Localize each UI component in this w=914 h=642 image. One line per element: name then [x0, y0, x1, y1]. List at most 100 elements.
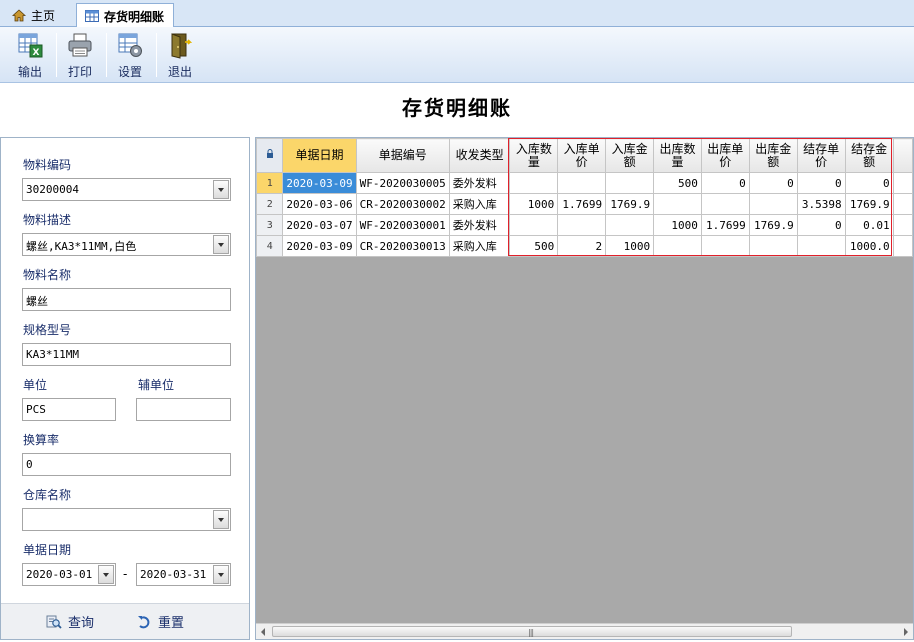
- spec-model-field[interactable]: KA3*11MM: [22, 343, 231, 366]
- cell-filler: [892, 172, 913, 194]
- export-label: 输出: [17, 65, 42, 79]
- cell-in-amount[interactable]: 1000: [605, 235, 655, 257]
- cell-out-price[interactable]: [700, 193, 750, 215]
- col-bal-price[interactable]: 结存单价: [796, 138, 846, 173]
- cell-in-qty[interactable]: [509, 172, 559, 194]
- cell-in-qty[interactable]: [509, 214, 559, 236]
- table-row[interactable]: 1 2020-03-09 WF-2020030005 委外发料 500 0 0 …: [256, 172, 913, 194]
- cell-in-price[interactable]: [557, 172, 607, 194]
- cell-out-amount[interactable]: 0: [748, 172, 798, 194]
- col-doc-number[interactable]: 单据编号: [355, 138, 450, 173]
- spec-model-label: 规格型号: [23, 323, 72, 337]
- row-number[interactable]: 2: [256, 193, 284, 215]
- chevron-down-icon[interactable]: [213, 180, 229, 199]
- cell-doc-date[interactable]: 2020-03-07: [282, 214, 357, 236]
- chevron-down-icon[interactable]: [98, 565, 114, 584]
- cell-in-price[interactable]: 1.7699: [557, 193, 607, 215]
- doc-date-label: 单据日期: [23, 543, 72, 557]
- table-row[interactable]: 2 2020-03-06 CR-2020030002 采购入库 1000 1.7…: [256, 193, 913, 215]
- cell-bal-price[interactable]: 0: [796, 172, 846, 194]
- cell-bal-amount[interactable]: 0.01: [844, 214, 894, 236]
- table-row[interactable]: 3 2020-03-07 WF-2020030001 委外发料 1000 1.7…: [256, 214, 913, 236]
- cell-doc-date[interactable]: 2020-03-09: [282, 172, 357, 194]
- cell-bal-price[interactable]: 0: [796, 214, 846, 236]
- col-out-price[interactable]: 出库单价: [700, 138, 750, 173]
- cell-out-price[interactable]: 0: [700, 172, 750, 194]
- cell-out-amount[interactable]: 1769.9: [748, 214, 798, 236]
- tab-inventory-ledger[interactable]: 存货明细账: [76, 3, 174, 28]
- cell-in-qty[interactable]: 1000: [509, 193, 559, 215]
- cell-bal-amount[interactable]: 0: [844, 172, 894, 194]
- cell-out-qty[interactable]: [653, 193, 702, 215]
- cell-txn-type[interactable]: 采购入库: [448, 235, 511, 257]
- cell-out-price[interactable]: [700, 235, 750, 257]
- cell-out-qty[interactable]: [653, 235, 702, 257]
- cell-bal-amount[interactable]: 1769.9: [844, 193, 894, 215]
- date-to-picker[interactable]: 2020-03-31: [136, 563, 231, 586]
- cell-out-qty[interactable]: 500: [653, 172, 702, 194]
- reset-button[interactable]: 重置: [136, 612, 184, 631]
- cell-out-price[interactable]: 1.7699: [700, 214, 750, 236]
- chevron-down-icon[interactable]: [213, 565, 229, 584]
- row-lock-header[interactable]: [256, 138, 284, 173]
- col-out-qty[interactable]: 出库数量: [653, 138, 702, 173]
- tab-inventory-ledger-label: 存货明细账: [104, 9, 165, 24]
- row-number[interactable]: 3: [256, 214, 284, 236]
- chevron-down-icon[interactable]: [213, 510, 229, 529]
- col-in-amount[interactable]: 入库金额: [605, 138, 655, 173]
- warehouse-name-select[interactable]: [22, 508, 231, 531]
- cell-txn-type[interactable]: 采购入库: [448, 193, 511, 215]
- cell-txn-type[interactable]: 委外发料: [448, 214, 511, 236]
- cell-doc-date[interactable]: 2020-03-09: [282, 235, 357, 257]
- cell-out-qty[interactable]: 1000: [653, 214, 702, 236]
- cell-doc-number[interactable]: WF-2020030001: [355, 214, 450, 236]
- cell-doc-number[interactable]: WF-2020030005: [355, 172, 450, 194]
- row-number[interactable]: 4: [256, 235, 284, 257]
- scroll-left-icon[interactable]: [261, 628, 265, 636]
- col-in-price[interactable]: 入库单价: [557, 138, 607, 173]
- cell-in-qty[interactable]: 500: [509, 235, 559, 257]
- cell-in-amount[interactable]: [605, 172, 655, 194]
- col-txn-type[interactable]: 收发类型: [448, 138, 511, 173]
- row-number[interactable]: 1: [256, 172, 284, 194]
- material-desc-select[interactable]: 螺丝,KA3*11MM,白色: [22, 233, 231, 256]
- cell-doc-number[interactable]: CR-2020030002: [355, 193, 450, 215]
- horizontal-scrollbar[interactable]: |||: [256, 623, 913, 639]
- cell-doc-date[interactable]: 2020-03-06: [282, 193, 357, 215]
- unit-field[interactable]: PCS: [22, 398, 116, 421]
- material-code-select[interactable]: 30200004: [22, 178, 231, 201]
- scroll-thumb[interactable]: |||: [272, 626, 792, 637]
- cell-bal-price[interactable]: 3.5398: [796, 193, 846, 215]
- conversion-rate-label: 换算率: [23, 433, 60, 447]
- material-name-field[interactable]: 螺丝: [22, 288, 231, 311]
- exit-button[interactable]: 退出: [158, 30, 202, 80]
- settings-button[interactable]: 设置: [108, 30, 152, 80]
- col-doc-date[interactable]: 单据日期: [282, 138, 357, 173]
- cell-out-amount[interactable]: [748, 235, 798, 257]
- cell-in-amount[interactable]: 1769.9: [605, 193, 655, 215]
- cell-out-amount[interactable]: [748, 193, 798, 215]
- ledger-grid: 单据日期 单据编号 收发类型 入库数量 入库单价 入库金额 出库数量 出库单价 …: [255, 137, 914, 640]
- tab-home[interactable]: 主页: [4, 4, 68, 27]
- query-button[interactable]: 查询: [46, 612, 94, 631]
- cell-doc-number[interactable]: CR-2020030013: [355, 235, 450, 257]
- chevron-down-icon[interactable]: [213, 235, 229, 254]
- date-from-picker[interactable]: 2020-03-01: [22, 563, 116, 586]
- print-button[interactable]: 打印: [58, 30, 102, 80]
- cell-in-price[interactable]: 2: [557, 235, 607, 257]
- export-button[interactable]: X 输出: [8, 30, 52, 80]
- conversion-rate-field[interactable]: 0: [22, 453, 231, 476]
- ledger-table: 单据日期 单据编号 收发类型 入库数量 入库单价 入库金额 出库数量 出库单价 …: [256, 138, 913, 257]
- cell-bal-price[interactable]: [796, 235, 846, 257]
- col-out-amount[interactable]: 出库金额: [748, 138, 798, 173]
- cell-in-price[interactable]: [557, 214, 607, 236]
- material-name-value: 螺丝: [26, 295, 48, 308]
- scroll-right-icon[interactable]: [904, 628, 908, 636]
- col-bal-amount[interactable]: 结存金额: [844, 138, 894, 173]
- cell-txn-type[interactable]: 委外发料: [448, 172, 511, 194]
- cell-in-amount[interactable]: [605, 214, 655, 236]
- table-row[interactable]: 4 2020-03-09 CR-2020030013 采购入库 500 2 10…: [256, 235, 913, 257]
- col-in-qty[interactable]: 入库数量: [509, 138, 559, 173]
- cell-bal-amount[interactable]: 1000.0: [844, 235, 894, 257]
- aux-unit-field[interactable]: [136, 398, 231, 421]
